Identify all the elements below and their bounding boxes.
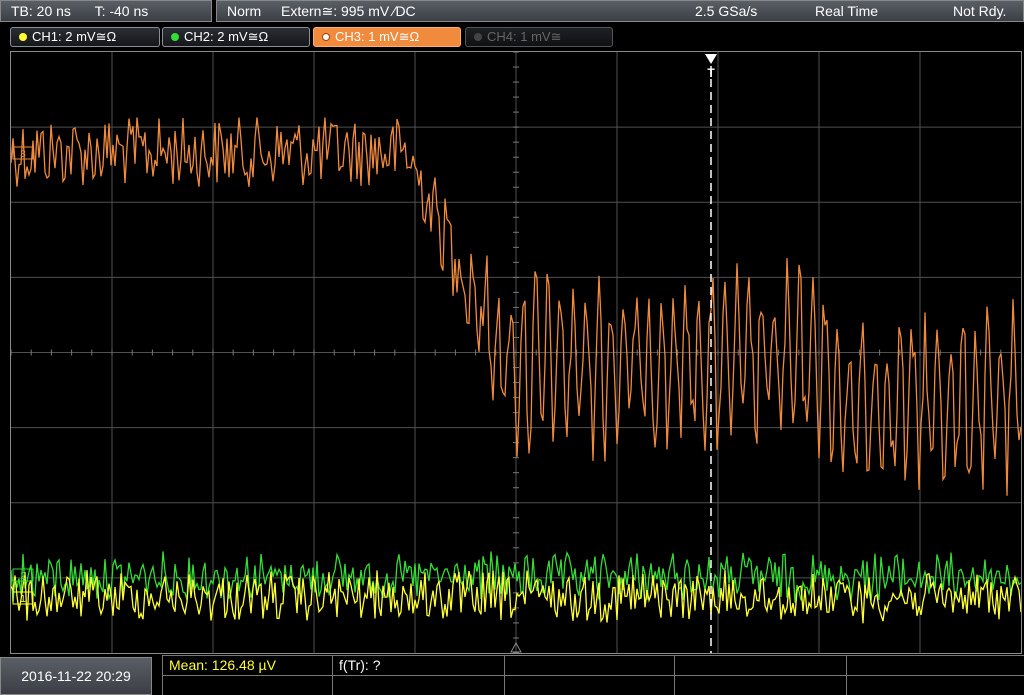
channel-4-dot-icon [474, 32, 482, 41]
measurement-slot-7[interactable] [333, 675, 505, 695]
acquisition-status-panel[interactable]: Norm Extern≅: 995 mV ∕DC 2.5 GSa/s Real … [216, 0, 1024, 22]
channel-1-dot-icon [19, 32, 27, 41]
waveform-display[interactable]: T 3 2 1 [10, 51, 1022, 654]
timebase-label: TB: 20 ns [11, 3, 71, 19]
measurement-slot-6[interactable] [163, 675, 333, 695]
channel-4-label: CH4: 1 mV≅ [487, 29, 562, 44]
measurement-slot-8[interactable] [505, 675, 675, 695]
measurement-slot-5[interactable] [847, 656, 1024, 675]
trigger-mode-label: Norm [227, 3, 262, 19]
mean-measurement[interactable]: Mean: 126.48 µV [163, 656, 333, 675]
trigger-source-label: Extern≅: 995 mV ∕DC [281, 3, 416, 19]
channel-2-dot-icon [171, 32, 179, 41]
channel-3-button[interactable]: CH3: 1 mV≅Ω [313, 27, 461, 47]
channel-1-label: CH1: 2 mV≅Ω [32, 29, 117, 44]
date-time-display: 2016-11-22 20:29 [0, 657, 152, 695]
channel-3-dot-icon [322, 32, 330, 41]
sample-rate-label: 2.5 GSa/s [695, 3, 758, 19]
timebase-panel[interactable]: TB: 20 ns T: -40 ns [0, 0, 212, 22]
channel-bar: CH1: 2 mV≅Ω CH2: 2 mV≅Ω CH3: 1 mV≅Ω CH4:… [0, 26, 1024, 48]
measurement-slot-4[interactable] [675, 656, 847, 675]
measurement-slot-3[interactable] [505, 656, 675, 675]
ch1-level-marker-label: 1 [20, 594, 26, 605]
measurement-slot-10[interactable] [847, 675, 1024, 695]
measurement-panel[interactable]: Mean: 126.48 µV f(Tr): ? [162, 655, 1024, 695]
channel-1-button[interactable]: CH1: 2 mV≅Ω [10, 27, 160, 47]
trigger-position-icon [705, 54, 717, 64]
channel-4-button[interactable]: CH4: 1 mV≅ [465, 27, 613, 47]
run-status-label: Not Rdy. [953, 3, 1007, 19]
bottom-bar: 2016-11-22 20:29 Mean: 126.48 µV f(Tr): … [0, 655, 1024, 695]
date-time-label: 2016-11-22 20:29 [21, 668, 131, 684]
trigger-marker-label: T [707, 66, 715, 80]
ch2-level-marker-label: 2 [20, 571, 26, 582]
top-status-bar: TB: 20 ns T: -40 ns Norm Extern≅: 995 mV… [0, 0, 1024, 25]
measurement-slot-9[interactable] [675, 675, 847, 695]
trigger-time-label: T: -40 ns [94, 3, 149, 19]
ch3-level-marker-label: 3 [20, 149, 26, 160]
rise-time-measurement[interactable]: f(Tr): ? [333, 656, 505, 675]
waveform-svg: T 3 2 1 [11, 52, 1021, 653]
channel-2-button[interactable]: CH2: 2 mV≅Ω [162, 27, 310, 47]
channel-3-label: CH3: 1 mV≅Ω [335, 29, 420, 44]
acquisition-mode-label: Real Time [815, 3, 879, 19]
channel-2-label: CH2: 2 mV≅Ω [184, 29, 269, 44]
